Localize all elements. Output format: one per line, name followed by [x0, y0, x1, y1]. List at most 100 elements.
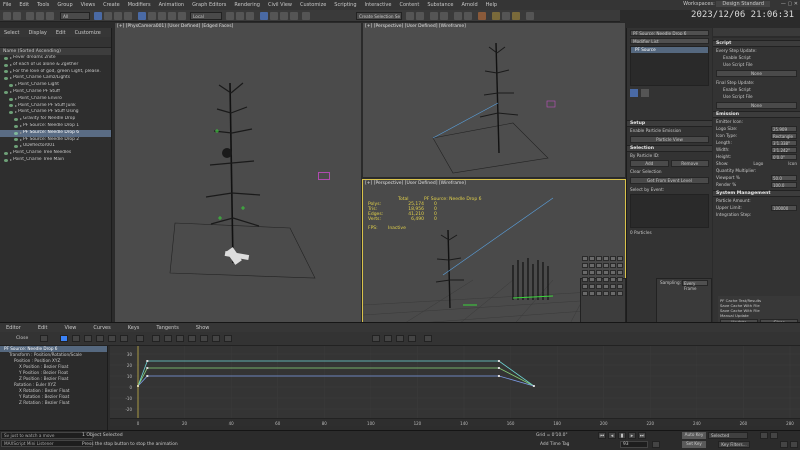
bind-icon[interactable]: [46, 12, 54, 20]
system-management-rollout[interactable]: System Management: [713, 190, 800, 197]
pan-icon[interactable]: [372, 335, 380, 342]
menu-substance[interactable]: Substance: [427, 2, 453, 8]
visibility-icon[interactable]: [14, 118, 18, 122]
selection-filter-dropdown[interactable]: All: [60, 12, 90, 20]
window-crossing-icon[interactable]: [124, 12, 132, 20]
scale-values-icon[interactable]: [96, 335, 104, 342]
operator-tile[interactable]: [603, 277, 609, 282]
explorer-column-header[interactable]: Name (Sorted Ascending): [0, 48, 111, 55]
menu-scripting[interactable]: Scripting: [334, 2, 356, 8]
key-filters-button[interactable]: Key Filters...: [718, 441, 750, 448]
scale-icon[interactable]: [158, 12, 166, 20]
expand-arrow-icon[interactable]: ▸: [15, 96, 17, 103]
edit-named-selection-icon[interactable]: [302, 12, 310, 20]
visibility-icon[interactable]: [14, 138, 18, 142]
spinner-snap-icon[interactable]: [290, 12, 298, 20]
pivot-center-icon[interactable]: [226, 12, 234, 20]
operator-tile[interactable]: [582, 256, 588, 261]
controller-row[interactable]: Z Rotation : Bezier Float: [0, 400, 107, 406]
isolate-curve-icon[interactable]: [424, 335, 432, 342]
align-icon[interactable]: [416, 12, 424, 20]
expand-arrow-icon[interactable]: ▸: [20, 137, 22, 144]
named-selection-dropdown[interactable]: Create Selection Se: [356, 12, 402, 20]
operator-tile[interactable]: [610, 284, 616, 289]
expand-arrow-icon[interactable]: ▸: [10, 157, 12, 164]
close-label[interactable]: Close: [16, 336, 28, 341]
operator-tile[interactable]: [603, 256, 609, 261]
percent-snap-icon[interactable]: [280, 12, 288, 20]
curve-key[interactable]: [497, 367, 500, 369]
link-icon[interactable]: [26, 12, 34, 20]
visibility-icon[interactable]: [14, 131, 18, 135]
key-mode-icon[interactable]: [652, 441, 660, 448]
selection-rollout[interactable]: Selection: [627, 145, 712, 152]
zoom-extents-icon[interactable]: [770, 432, 778, 439]
logo-size-field[interactable]: 25.909: [771, 125, 797, 132]
show-logo-checkbox[interactable]: Logo: [753, 161, 763, 166]
curve-z-position[interactable]: [137, 375, 534, 387]
render-pct-field[interactable]: 100.0: [771, 181, 797, 188]
operator-tile[interactable]: [589, 277, 595, 282]
expand-arrow-icon[interactable]: ▸: [15, 82, 17, 89]
operator-tile[interactable]: [610, 263, 616, 268]
rect-select-icon[interactable]: [114, 12, 122, 20]
explorer-menu-select[interactable]: Select: [4, 30, 19, 36]
explorer-row[interactable]: ▸ For the love of god, green Light, pleas…: [0, 69, 111, 76]
expand-arrow-icon[interactable]: ▸: [20, 116, 22, 123]
script-none-button[interactable]: None: [716, 70, 797, 77]
explorer-row[interactable]: ▸ UDeflector001: [0, 143, 111, 150]
zoom-horizontal-icon[interactable]: [384, 335, 392, 342]
operator-tile[interactable]: [610, 277, 616, 282]
menu-arnold[interactable]: Arnold: [461, 2, 477, 8]
current-frame-field[interactable]: 93: [620, 441, 648, 448]
reduce-keys-icon[interactable]: [136, 335, 144, 342]
menu-customize[interactable]: Customize: [300, 2, 326, 8]
operator-tile[interactable]: [589, 284, 595, 289]
viewport-pct-field[interactable]: 50.0: [771, 174, 797, 181]
emission-rollout[interactable]: Emission: [713, 111, 800, 118]
explorer-row[interactable]: ▸ Point_Charlie Tree Needles: [0, 150, 111, 157]
curve-menu-tangents[interactable]: Tangents: [156, 325, 178, 331]
mirror-icon[interactable]: [406, 12, 414, 20]
tangent-spline-icon[interactable]: [164, 335, 172, 342]
operator-tile[interactable]: [610, 291, 616, 296]
scale-keys-icon[interactable]: [84, 335, 92, 342]
curve-menu-view[interactable]: View: [65, 325, 77, 331]
menu-help[interactable]: Help: [486, 2, 497, 8]
visibility-icon[interactable]: [4, 70, 8, 74]
explorer-row[interactable]: ▸ Point_Charlie Tree Main: [0, 157, 111, 164]
menu-file[interactable]: File: [3, 2, 11, 8]
visibility-icon[interactable]: [14, 145, 18, 149]
rendered-frame-icon[interactable]: [502, 12, 510, 20]
object-name-field[interactable]: PF Source: Needle Drop 6: [630, 30, 709, 36]
visibility-icon[interactable]: [9, 84, 13, 88]
maxscript-input[interactable]: Sv just to watch a move: [1, 432, 93, 439]
operator-tile[interactable]: [603, 263, 609, 268]
time-config-icon[interactable]: [760, 432, 768, 439]
operator-tile[interactable]: [582, 270, 588, 275]
curve-key[interactable]: [497, 375, 500, 377]
tangent-step-icon[interactable]: [200, 335, 208, 342]
operator-tile[interactable]: [596, 284, 602, 289]
select-object-icon[interactable]: [94, 12, 102, 20]
place-icon[interactable]: [168, 12, 176, 20]
use-script-file-checkbox[interactable]: Use Script File: [713, 61, 800, 68]
keyboard-shortcut-icon[interactable]: [246, 12, 254, 20]
expand-arrow-icon[interactable]: ▸: [15, 109, 17, 116]
set-key-button[interactable]: Set Key: [682, 441, 706, 448]
upper-limit-field[interactable]: 100000: [771, 204, 797, 211]
visibility-icon[interactable]: [4, 63, 8, 67]
explorer-row[interactable]: ▸ Point_Charlie Enviro: [0, 96, 111, 103]
expand-arrow-icon[interactable]: ▸: [10, 150, 12, 157]
curve-menu-curves[interactable]: Curves: [93, 325, 110, 331]
function-curve-graph[interactable]: 30 20 10 0 -10 -20: [110, 346, 800, 418]
reference-coord-dropdown[interactable]: Local: [190, 12, 222, 20]
explorer-menu-edit[interactable]: Edit: [56, 30, 66, 36]
event-list[interactable]: [630, 194, 709, 228]
sampling-dropdown[interactable]: Every Frame: [682, 279, 708, 291]
visibility-icon[interactable]: [9, 97, 13, 101]
expand-arrow-icon[interactable]: ▸: [10, 62, 12, 69]
operator-tile[interactable]: [582, 284, 588, 289]
orbit-icon[interactable]: [780, 441, 788, 448]
menu-graph-editors[interactable]: Graph Editors: [192, 2, 226, 8]
